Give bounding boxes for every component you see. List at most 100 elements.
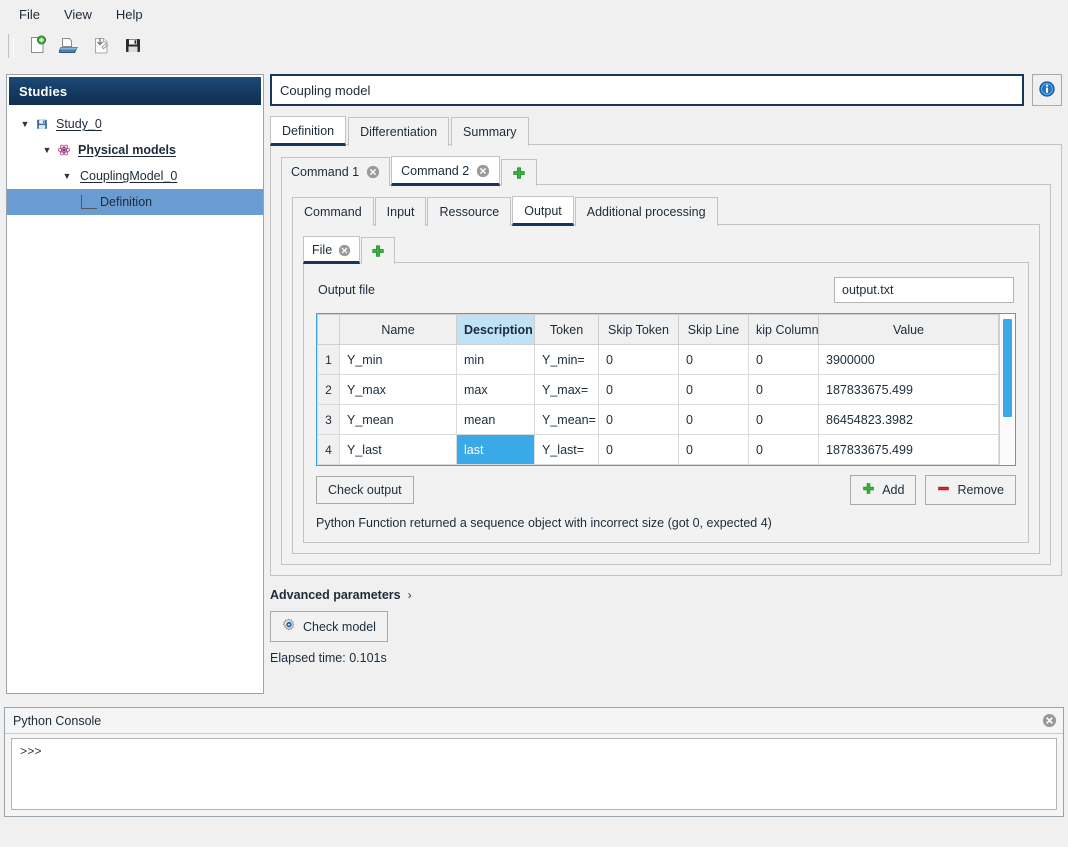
table-row[interactable]: 2 Y_max max Y_max= 0 0 0 187833675.499 xyxy=(318,375,999,405)
cell-description[interactable]: mean xyxy=(457,405,535,435)
menu-help[interactable]: Help xyxy=(105,3,154,26)
tab-command[interactable]: Command xyxy=(292,197,374,226)
tree-item-coupling-model[interactable]: ▼ CouplingModel_0 xyxy=(7,163,263,189)
table-row[interactable]: 4 Y_last last Y_last= 0 0 0 187833675.49… xyxy=(318,435,999,465)
twisty-icon[interactable]: ▼ xyxy=(17,119,33,129)
add-command-tab-button[interactable] xyxy=(501,159,537,186)
col-header-value[interactable]: Value xyxy=(819,315,999,345)
cell-description[interactable]: min xyxy=(457,345,535,375)
title-row: Coupling model xyxy=(270,74,1062,106)
cell-name[interactable]: Y_mean xyxy=(340,405,457,435)
tree-item-definition[interactable]: Definition xyxy=(7,189,263,215)
add-row-button[interactable]: Add xyxy=(850,475,916,505)
col-header-description[interactable]: Description xyxy=(457,315,535,345)
command-panel: Command Input Ressource Output Additiona… xyxy=(281,184,1051,565)
twisty-icon[interactable]: ▼ xyxy=(39,145,55,155)
cell-name[interactable]: Y_min xyxy=(340,345,457,375)
cell-token[interactable]: Y_last= xyxy=(535,435,599,465)
tab-additional-processing[interactable]: Additional processing xyxy=(575,197,718,226)
table-scrollbar[interactable] xyxy=(999,314,1015,465)
cell-value[interactable]: 187833675.499 xyxy=(819,435,999,465)
cell-skip-line[interactable]: 0 xyxy=(679,375,749,405)
close-icon[interactable] xyxy=(1042,713,1057,728)
file-tabs: File xyxy=(303,235,1029,263)
menu-bar: File View Help xyxy=(0,0,1068,28)
col-header-rownum xyxy=(318,315,340,345)
python-console-input[interactable]: >>> xyxy=(11,738,1057,810)
cell-name[interactable]: Y_last xyxy=(340,435,457,465)
output-file-value: output.txt xyxy=(842,283,893,297)
twisty-icon[interactable]: ▼ xyxy=(59,171,75,181)
menu-file[interactable]: File xyxy=(8,3,51,26)
tab-file-label: File xyxy=(312,243,332,257)
col-header-skip-column[interactable]: kip Column xyxy=(749,315,819,345)
row-number: 3 xyxy=(318,405,340,435)
col-header-name[interactable]: Name xyxy=(340,315,457,345)
model-title-value: Coupling model xyxy=(280,83,370,98)
tab-ressource[interactable]: Ressource xyxy=(427,197,511,226)
tab-summary[interactable]: Summary xyxy=(451,117,528,146)
remove-row-button[interactable]: Remove xyxy=(925,475,1016,505)
open-folder-icon xyxy=(59,35,79,58)
new-document-button[interactable] xyxy=(21,31,53,61)
cell-skip-line[interactable]: 0 xyxy=(679,345,749,375)
cell-skip-column[interactable]: 0 xyxy=(749,435,819,465)
output-file-input[interactable]: output.txt xyxy=(834,277,1014,303)
cell-token[interactable]: Y_min= xyxy=(535,345,599,375)
tab-file[interactable]: File xyxy=(303,236,360,264)
save-button[interactable] xyxy=(117,31,149,61)
info-button[interactable] xyxy=(1032,74,1062,106)
toolbar-grip[interactable] xyxy=(8,34,14,58)
output-variables-table: Name Description Token Skip Token Skip L… xyxy=(316,313,1016,466)
cell-skip-column[interactable]: 0 xyxy=(749,405,819,435)
cell-token[interactable]: Y_mean= xyxy=(535,405,599,435)
col-header-token[interactable]: Token xyxy=(535,315,599,345)
open-file-button[interactable] xyxy=(53,31,85,61)
tree-elbow-icon xyxy=(81,195,97,209)
info-icon xyxy=(1038,80,1056,101)
tree-item-physical-models[interactable]: ▼ Physical models xyxy=(7,137,263,163)
table-row[interactable]: 1 Y_min min Y_min= 0 0 0 3900000 xyxy=(318,345,999,375)
cell-token[interactable]: Y_max= xyxy=(535,375,599,405)
close-icon[interactable] xyxy=(366,165,380,179)
col-header-skip-token[interactable]: Skip Token xyxy=(599,315,679,345)
add-row-label: Add xyxy=(882,483,904,497)
cell-value[interactable]: 86454823.3982 xyxy=(819,405,999,435)
close-icon[interactable] xyxy=(338,244,351,257)
tab-definition[interactable]: Definition xyxy=(270,116,346,146)
row-number: 1 xyxy=(318,345,340,375)
menu-view[interactable]: View xyxy=(53,3,103,26)
cell-skip-token[interactable]: 0 xyxy=(599,405,679,435)
row-number: 4 xyxy=(318,435,340,465)
cell-value[interactable]: 187833675.499 xyxy=(819,375,999,405)
table-row[interactable]: 3 Y_mean mean Y_mean= 0 0 0 86454823.398… xyxy=(318,405,999,435)
tab-output[interactable]: Output xyxy=(512,196,574,226)
check-model-button[interactable]: Check model xyxy=(270,611,388,642)
model-title-field[interactable]: Coupling model xyxy=(270,74,1024,106)
tab-input[interactable]: Input xyxy=(375,197,427,226)
cell-description[interactable]: max xyxy=(457,375,535,405)
cell-skip-token[interactable]: 0 xyxy=(599,345,679,375)
table-scrollbar-thumb[interactable] xyxy=(1003,319,1012,417)
cell-skip-column[interactable]: 0 xyxy=(749,375,819,405)
advanced-parameters-toggle[interactable]: Advanced parameters › xyxy=(270,588,1062,602)
cell-value[interactable]: 3900000 xyxy=(819,345,999,375)
tree-item-study[interactable]: ▼ Study_0 xyxy=(7,111,263,137)
cell-description[interactable]: last xyxy=(457,435,535,465)
tab-command-2[interactable]: Command 2 xyxy=(391,156,500,186)
tab-differentiation[interactable]: Differentiation xyxy=(348,117,449,146)
import-document-button[interactable] xyxy=(85,31,117,61)
cell-name[interactable]: Y_max xyxy=(340,375,457,405)
cell-skip-column[interactable]: 0 xyxy=(749,345,819,375)
cell-skip-line[interactable]: 0 xyxy=(679,435,749,465)
check-model-label: Check model xyxy=(303,620,376,634)
col-header-skip-line[interactable]: Skip Line xyxy=(679,315,749,345)
close-icon[interactable] xyxy=(476,164,490,178)
cell-skip-token[interactable]: 0 xyxy=(599,435,679,465)
cell-skip-line[interactable]: 0 xyxy=(679,405,749,435)
tab-command-1[interactable]: Command 1 xyxy=(281,157,390,186)
add-file-tab-button[interactable] xyxy=(361,237,395,264)
cell-skip-token[interactable]: 0 xyxy=(599,375,679,405)
check-output-button[interactable]: Check output xyxy=(316,476,414,504)
row-number: 2 xyxy=(318,375,340,405)
